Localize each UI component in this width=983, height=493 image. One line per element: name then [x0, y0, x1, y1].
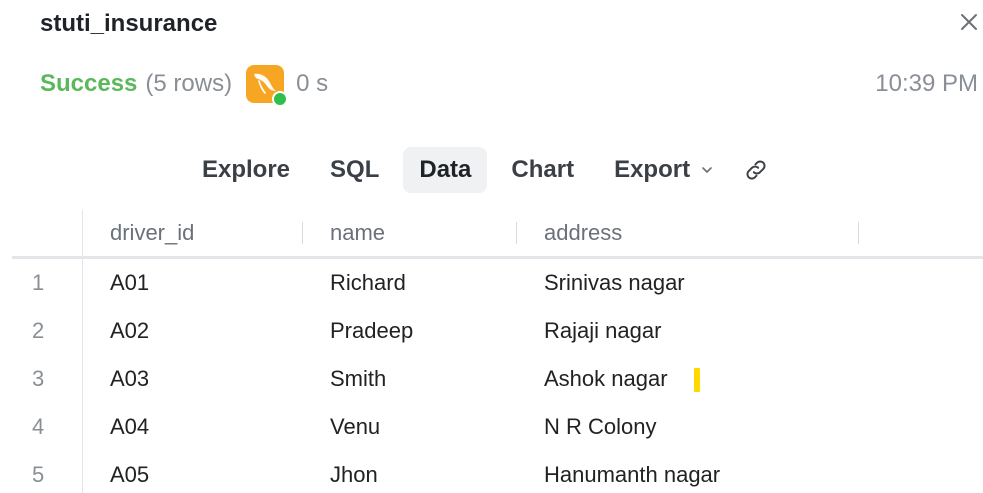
- row-count: (5 rows): [145, 70, 233, 97]
- connection-title: stuti_insurance: [40, 10, 218, 37]
- status-bar: Success (5 rows) 0 s: [40, 64, 329, 107]
- row-number: 3: [32, 366, 45, 391]
- chevron-down-icon: [702, 167, 712, 173]
- cell-driver-id[interactable]: A02: [82, 307, 149, 355]
- cell-address[interactable]: Rajaji nagar: [516, 307, 661, 355]
- query-timestamp: 10:39 PM: [875, 70, 978, 97]
- close-icon: [961, 14, 977, 30]
- cell-address[interactable]: N R Colony: [516, 403, 656, 451]
- cell-name[interactable]: Jhon: [302, 451, 378, 493]
- table-row[interactable]: 3 A03 Smith Ashok nagar: [12, 355, 983, 403]
- mysql-dolphin-icon: [246, 65, 289, 107]
- result-table: driver_id name address 1 A01 Richard Sri…: [12, 210, 983, 493]
- result-tabs: Explore SQL Data Chart Export: [186, 147, 774, 193]
- tab-data[interactable]: Data: [403, 147, 488, 193]
- tab-export-label: Export: [614, 156, 691, 183]
- table-row[interactable]: 4 A04 Venu N R Colony: [12, 403, 983, 451]
- cell-driver-id[interactable]: A01: [82, 259, 149, 307]
- query-duration: 0 s: [296, 70, 329, 97]
- cell-name[interactable]: Richard: [302, 259, 406, 307]
- cell-address: Ashok nagar: [544, 366, 668, 391]
- tab-sql[interactable]: SQL: [314, 147, 395, 193]
- cell-driver-id[interactable]: A05: [82, 451, 149, 493]
- cell-driver-id[interactable]: A03: [82, 355, 149, 403]
- cell-address-editing[interactable]: Ashok nagar: [516, 355, 700, 403]
- table-row[interactable]: 5 A05 Jhon Hanumanth nagar: [12, 451, 983, 493]
- column-header-driver-id[interactable]: driver_id: [82, 210, 302, 256]
- connection-online-dot: [272, 91, 289, 107]
- column-resizer[interactable]: [858, 222, 859, 244]
- link-icon: [746, 160, 766, 180]
- status-text: Success: [40, 70, 138, 97]
- text-cursor-highlight: [693, 368, 700, 393]
- tab-export[interactable]: Export: [598, 147, 730, 193]
- row-number: 5: [32, 462, 45, 487]
- cell-address[interactable]: Hanumanth nagar: [516, 451, 720, 493]
- table-row[interactable]: 2 A02 Pradeep Rajaji nagar: [12, 307, 983, 355]
- table-row[interactable]: 1 A01 Richard Srinivas nagar: [12, 259, 983, 307]
- cell-name[interactable]: Pradeep: [302, 307, 413, 355]
- cell-name[interactable]: Smith: [302, 355, 386, 403]
- row-number: 2: [32, 318, 45, 343]
- tab-explore[interactable]: Explore: [186, 147, 306, 193]
- cell-address[interactable]: Srinivas nagar: [516, 259, 685, 307]
- table-header: driver_id name address: [12, 210, 983, 259]
- row-number: 4: [32, 414, 45, 439]
- query-result-panel: stuti_insurance Success (5 rows) 0 s 10:…: [0, 0, 983, 493]
- cell-driver-id[interactable]: A04: [82, 403, 149, 451]
- column-header-address[interactable]: address: [516, 210, 858, 256]
- close-button[interactable]: [957, 10, 981, 34]
- tab-chart[interactable]: Chart: [495, 147, 590, 193]
- copy-link-button[interactable]: [738, 147, 774, 193]
- column-header-name[interactable]: name: [302, 210, 516, 256]
- row-number: 1: [32, 270, 45, 295]
- cell-name[interactable]: Venu: [302, 403, 380, 451]
